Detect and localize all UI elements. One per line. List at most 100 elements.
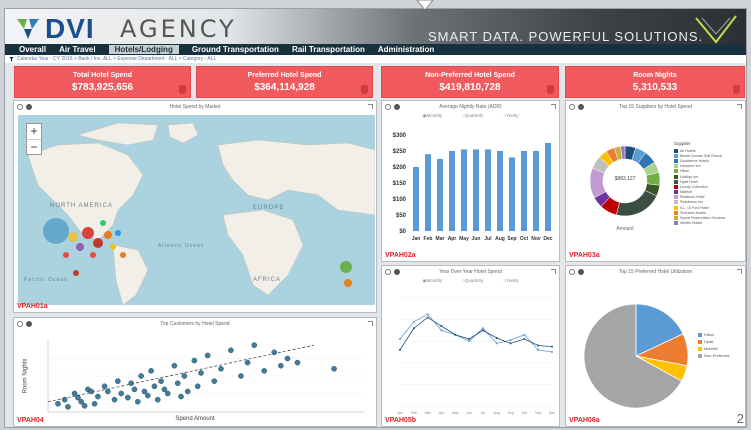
bar[interactable] bbox=[425, 154, 431, 231]
bar[interactable] bbox=[509, 157, 515, 231]
data-point[interactable] bbox=[509, 342, 512, 345]
scatter-point[interactable] bbox=[277, 362, 284, 369]
data-point[interactable] bbox=[537, 344, 540, 347]
scatter-point[interactable] bbox=[101, 383, 108, 390]
nav-tab-air-travel[interactable]: Air Travel bbox=[59, 45, 108, 54]
scatter-point[interactable] bbox=[174, 380, 181, 387]
legend-item[interactable]: Hyatt bbox=[698, 338, 729, 345]
search-icon[interactable] bbox=[385, 269, 391, 275]
info-icon[interactable] bbox=[394, 104, 400, 110]
data-point[interactable] bbox=[399, 348, 401, 351]
data-point[interactable] bbox=[551, 345, 553, 348]
scatter-point[interactable] bbox=[138, 373, 144, 379]
expand-icon[interactable] bbox=[737, 104, 742, 109]
bar[interactable] bbox=[437, 159, 443, 231]
scatter-point[interactable] bbox=[284, 355, 291, 362]
data-point[interactable] bbox=[509, 339, 512, 342]
kpi-preferred-hotel-spend[interactable]: Preferred Hotel Spend $364,114,928 bbox=[196, 66, 373, 98]
data-point[interactable] bbox=[412, 327, 415, 330]
bar[interactable] bbox=[413, 167, 419, 231]
option-yearly[interactable]: Yearly bbox=[503, 278, 518, 284]
info-icon[interactable] bbox=[26, 104, 32, 110]
nav-tab-ground-transportation[interactable]: Ground Transportation bbox=[192, 45, 292, 54]
legend-item[interactable]: Marriott bbox=[698, 345, 729, 352]
bar[interactable] bbox=[497, 151, 503, 231]
nav-tab-administration[interactable]: Administration bbox=[378, 45, 447, 54]
scatter-point[interactable] bbox=[194, 383, 201, 390]
series-line[interactable] bbox=[399, 316, 553, 351]
scatter-point[interactable] bbox=[184, 388, 191, 395]
scatter-point[interactable] bbox=[105, 388, 111, 395]
bar[interactable] bbox=[485, 149, 491, 231]
scatter-point[interactable] bbox=[134, 398, 141, 405]
filter-text[interactable]: Calendar Year - CY 2016 > Bank / Inc. AL… bbox=[17, 56, 216, 62]
search-icon[interactable] bbox=[385, 104, 391, 110]
data-point[interactable] bbox=[523, 333, 526, 336]
info-icon[interactable] bbox=[578, 269, 584, 275]
bar[interactable] bbox=[533, 151, 539, 231]
data-point[interactable] bbox=[399, 338, 401, 341]
scatter-point[interactable] bbox=[154, 396, 161, 403]
scatter-point[interactable] bbox=[128, 380, 135, 387]
scatter-point[interactable] bbox=[91, 400, 98, 407]
yoy-line-chart[interactable]: Jan Feb Mar Apr May Jun Jul Aug Sep Oct Nov Dec bbox=[382, 288, 561, 418]
option-monthly[interactable]: Monthly bbox=[423, 113, 442, 119]
bar[interactable] bbox=[545, 143, 551, 231]
data-point[interactable] bbox=[468, 338, 471, 341]
data-point[interactable] bbox=[495, 336, 498, 339]
expand-icon[interactable] bbox=[368, 104, 373, 109]
info-icon[interactable] bbox=[578, 104, 584, 110]
search-icon[interactable] bbox=[569, 104, 575, 110]
search-icon[interactable] bbox=[569, 269, 575, 275]
scatter-point[interactable] bbox=[158, 378, 164, 384]
scatter-point[interactable] bbox=[164, 390, 171, 397]
kpi-total-hotel-spend[interactable]: Total Hotel Spend $783,925,656 bbox=[14, 66, 191, 98]
scatter-point[interactable] bbox=[331, 365, 337, 372]
data-point[interactable] bbox=[551, 351, 553, 353]
scatter-point[interactable] bbox=[88, 388, 95, 395]
kpi-non-preferred-hotel-spend[interactable]: Non-Preferred Hotel Spend $419,810,728 bbox=[381, 66, 559, 98]
scatter-point[interactable] bbox=[118, 390, 125, 397]
nav-tab-rail-transportation[interactable]: Rail Transportation bbox=[292, 45, 378, 54]
scatter-point[interactable] bbox=[238, 373, 244, 379]
legend-item[interactable]: Hilton bbox=[698, 331, 729, 338]
scatter-point[interactable] bbox=[251, 342, 258, 348]
search-icon[interactable] bbox=[17, 104, 23, 110]
series-line[interactable] bbox=[399, 313, 553, 353]
expand-icon[interactable] bbox=[551, 269, 556, 274]
scatter-point[interactable] bbox=[211, 378, 218, 384]
scatter-point[interactable] bbox=[75, 394, 81, 401]
scatter-point[interactable] bbox=[204, 352, 211, 359]
filter-icon[interactable] bbox=[9, 56, 14, 62]
data-point[interactable] bbox=[523, 338, 526, 341]
scatter-point[interactable] bbox=[261, 368, 268, 374]
option-quarterly[interactable]: Quarterly bbox=[462, 278, 484, 284]
scatter-point[interactable] bbox=[171, 362, 178, 369]
data-point[interactable] bbox=[412, 320, 415, 323]
scatter-point[interactable] bbox=[65, 404, 71, 410]
data-point[interactable] bbox=[440, 329, 443, 332]
data-point[interactable] bbox=[537, 348, 540, 351]
legend-item[interactable]: Synrel Reservation Services bbox=[674, 215, 725, 221]
kpi-room-nights[interactable]: Room Nights 5,310,533 bbox=[565, 66, 745, 98]
data-point[interactable] bbox=[481, 329, 484, 332]
scatter-point[interactable] bbox=[55, 400, 61, 407]
scatter-point[interactable] bbox=[271, 349, 278, 356]
zoom-in-button[interactable]: + bbox=[27, 124, 41, 139]
scatter-point[interactable] bbox=[81, 402, 88, 409]
option-quarterly[interactable]: Quarterly bbox=[462, 113, 484, 119]
option-monthly[interactable]: Monthly bbox=[423, 278, 442, 284]
donut-slice[interactable] bbox=[615, 190, 658, 217]
legend-item[interactable]: Westin Hotels bbox=[674, 221, 725, 226]
scatter-point[interactable] bbox=[148, 368, 154, 374]
customers-scatter-chart[interactable] bbox=[14, 326, 378, 426]
legend-item[interactable]: Non-Preferred bbox=[698, 352, 729, 359]
nav-tab-overall[interactable]: Overall bbox=[19, 45, 59, 54]
scatter-point[interactable] bbox=[178, 393, 184, 400]
bar[interactable] bbox=[449, 151, 455, 231]
scatter-point[interactable] bbox=[111, 396, 118, 403]
expand-icon[interactable] bbox=[551, 104, 556, 109]
data-point[interactable] bbox=[495, 342, 498, 345]
preferred-pie-chart[interactable] bbox=[576, 278, 696, 418]
data-point[interactable] bbox=[468, 340, 471, 343]
